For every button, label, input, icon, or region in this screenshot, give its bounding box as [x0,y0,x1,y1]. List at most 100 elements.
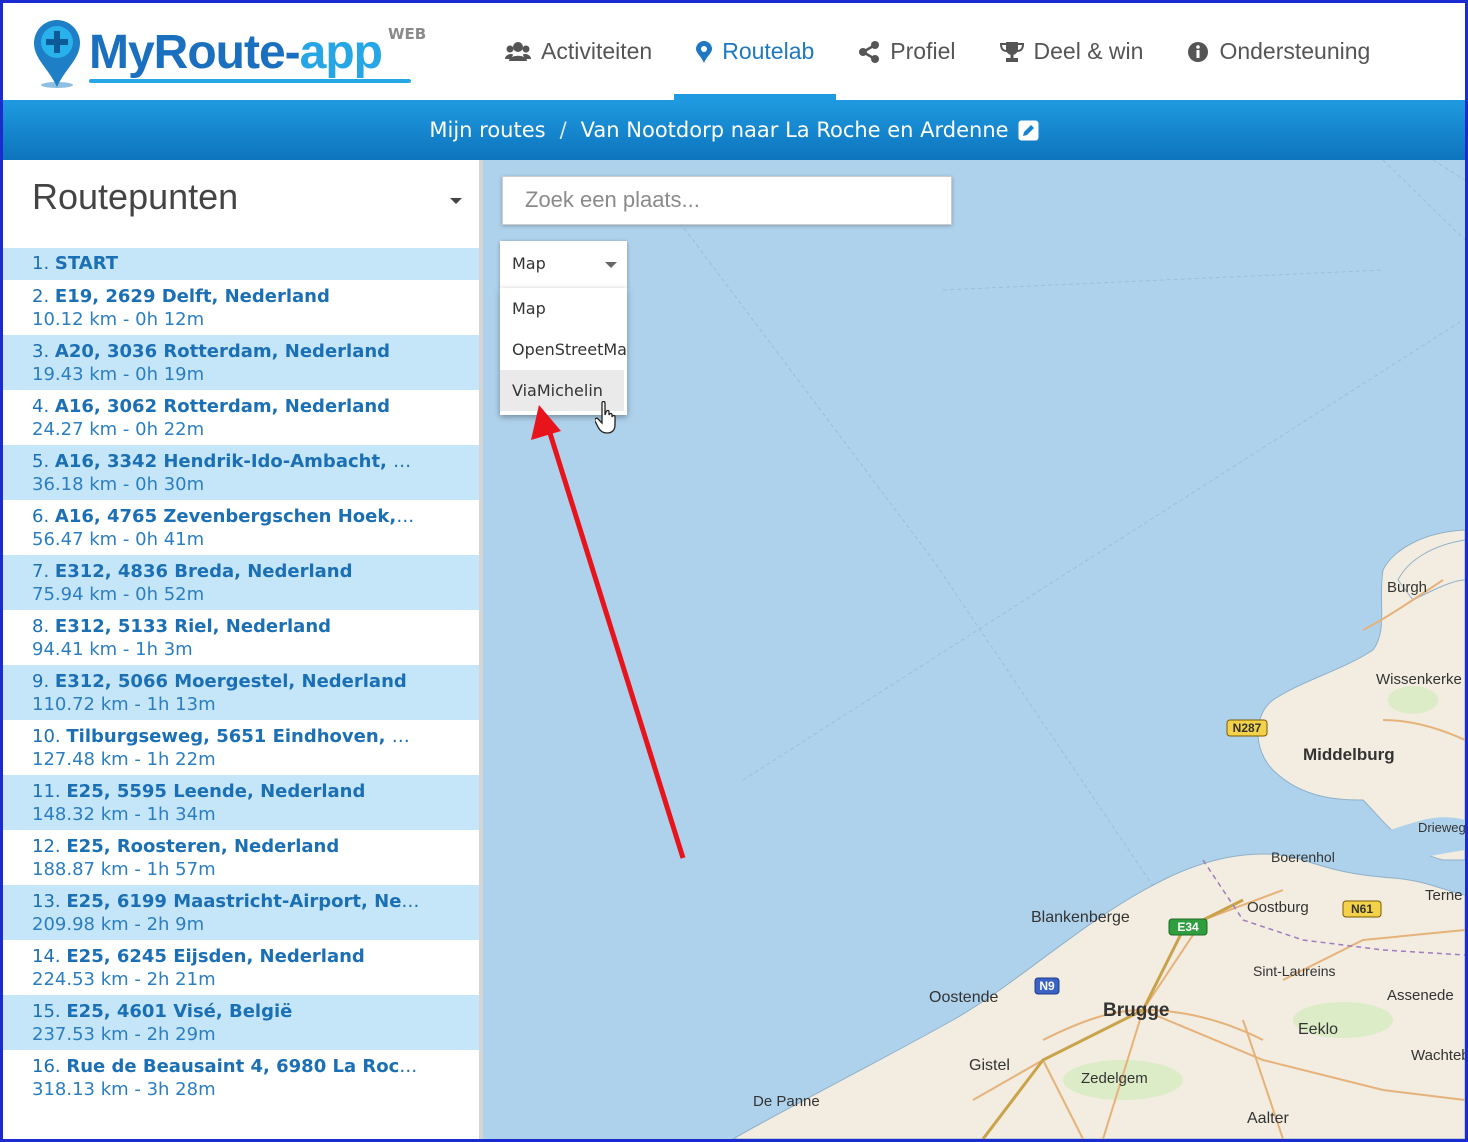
routepoints-panel: Routepunten 1. START 2. E19, 2629 Delft,… [3,160,483,1139]
routepoint-item[interactable]: 5. A16, 3342 Hendrik-Ido-Ambacht, Neder.… [3,445,479,500]
hand-cursor-icon [595,401,616,434]
search-box[interactable] [502,176,952,225]
nav-item-profiel[interactable]: Profiel [836,3,977,100]
shipping-lanes [662,160,1465,961]
map-layer-option-openstreetmap[interactable]: OpenStreetMap [500,329,627,370]
place-label: Driewege [1418,820,1465,835]
main-nav: Activiteiten Routelab Profiel Deel & win… [483,3,1392,100]
nav-item-routelab[interactable]: Routelab [674,3,837,100]
app-window: MyRoute-app WEB Activiteiten Routelab Pr… [0,0,1468,1142]
place-label: Sint-Laureins [1253,963,1336,979]
place-label: Wissenkerke [1376,671,1462,688]
panel-header: Routepunten [3,160,479,248]
routepoint-distance: 75.94 km - 0h 52m [32,584,205,605]
place-label: Terne [1425,887,1463,904]
panel-title: Routepunten [32,176,239,217]
search-input[interactable] [523,186,927,214]
routepoint-item[interactable]: 4. A16, 3062 Rotterdam, Nederland 24.27 … [3,390,479,445]
routepoint-item[interactable]: 9. E312, 5066 Moergestel, Nederland 110.… [3,665,479,720]
routepoint-item[interactable]: 2. E19, 2629 Delft, Nederland 10.12 km -… [3,280,479,335]
logo-text: MyRoute-app [89,26,383,79]
routepoint-item[interactable]: 15. E25, 4601 Visé, België 237.53 km - 2… [3,995,479,1050]
logo[interactable]: MyRoute-app WEB [31,17,431,93]
caret-down-icon[interactable] [450,198,462,204]
nav-label: Routelab [722,38,815,64]
routepoint-address: E312, 5066 Moergestel, Nederland [54,671,407,692]
map-view[interactable]: Burgh Wissenkerke Middelburg Driewege Bo… [483,160,1465,1139]
place-label: Blankenberge [1031,909,1130,926]
routepoint-address: A16, 3062 Rotterdam, Nederland [54,396,391,417]
place-label: Zedelgem [1081,1070,1148,1087]
routepoint-item[interactable]: 10. Tilburgseweg, 5651 Eindhoven, Nederl… [3,720,479,775]
nav-item-ondersteuning[interactable]: Ondersteuning [1165,3,1392,100]
routepoint-item[interactable]: 14. E25, 6245 Eijsden, Nederland 224.53 … [3,940,479,995]
place-label: Oostburg [1247,899,1309,916]
routepoint-item[interactable]: 13. E25, 6199 Maastricht-Airport, Nederl… [3,885,479,940]
edit-icon[interactable] [1018,120,1039,141]
nav-item-activiteiten[interactable]: Activiteiten [483,3,674,100]
routepoint-item[interactable]: 7. E312, 4836 Breda, Nederland 75.94 km … [3,555,479,610]
map-layer-select[interactable]: Map [500,241,627,288]
routepoint-item[interactable]: 12. E25, Roosteren, Nederland 188.87 km … [3,830,479,885]
map-layer-menu: Map OpenStreetMap ViaMichelin [500,288,627,415]
routepoint-item[interactable]: 3. A20, 3036 Rotterdam, Nederland 19.43 … [3,335,479,390]
routepoint-distance: 24.27 km - 0h 22m [32,419,205,440]
map-layer-option-map[interactable]: Map [500,288,627,329]
place-label: Burgh [1387,579,1427,596]
routepoint-address: A20, 3036 Rotterdam, Nederland [54,341,391,362]
routepoint-distance: 19.43 km - 0h 19m [32,364,205,385]
routepoint-address: E25, Roosteren, Nederland [66,836,340,857]
routepoint-list: 1. START 2. E19, 2629 Delft, Nederland 1… [3,248,479,1105]
routepoint-item[interactable]: 6. A16, 4765 Zevenbergschen Hoek, Neder.… [3,500,479,555]
routepoint-item[interactable]: 1. START [3,248,479,280]
road-shield-label: N287 [1233,721,1262,735]
road-shield-label: E34 [1177,920,1199,934]
map-marker-icon [696,40,713,63]
routepoint-item[interactable]: 16. Rue de Beausaint 4, 6980 La Roche-en… [3,1050,479,1105]
road-shield-label: N9 [1039,979,1055,993]
top-navigation: MyRoute-app WEB Activiteiten Routelab Pr… [3,3,1465,100]
routepoint-address: E25, 4601 Visé, België [66,1001,293,1022]
routepoint-distance: 56.47 km - 0h 41m [32,529,205,550]
routepoint-address: Rue de Beausaint 4, 6980 La Roche-en-... [66,1056,420,1077]
place-label: Wachtebe [1411,1047,1465,1064]
routepoint-address: E25, 6245 Eijsden, Nederland [66,946,365,967]
routepoint-item[interactable]: 11. E25, 5595 Leende, Nederland 148.32 k… [3,775,479,830]
road-shield-label: N61 [1351,902,1373,916]
routepoint-distance: 94.41 km - 1h 3m [32,639,193,660]
routepoint-address: E25, 5595 Leende, Nederland [66,781,366,802]
place-label: Eeklo [1298,1021,1338,1038]
place-label: Aalter [1247,1110,1289,1127]
place-label: Brugge [1103,1000,1170,1021]
routepoint-distance: 127.48 km - 1h 22m [32,749,216,770]
routepoint-address: Tilburgseweg, 5651 Eindhoven, Nederl... [66,726,420,747]
users-icon [505,41,531,61]
map-layer-selected: Map [512,254,546,273]
routepoint-address: E19, 2629 Delft, Nederland [54,286,330,307]
routepoint-distance: 237.53 km - 2h 29m [32,1024,216,1045]
logo-badge: WEB [388,25,427,43]
nav-label: Ondersteuning [1219,38,1371,64]
info-icon [1188,41,1209,62]
logo-pin-icon [34,20,80,88]
routepoint-distance: 188.87 km - 1h 57m [32,859,216,880]
place-label: De Panne [753,1093,820,1110]
nav-label: Activiteiten [541,38,653,64]
breadcrumb-root[interactable]: Mijn routes [429,118,545,142]
routepoint-distance: 148.32 km - 1h 34m [32,804,216,825]
routepoint-distance: 36.18 km - 0h 30m [32,474,205,495]
routepoint-address: E312, 4836 Breda, Nederland [54,561,353,582]
routepoint-address: E312, 5133 Riel, Nederland [54,616,332,637]
logo-underline [89,79,411,83]
place-label: Boerenhol [1271,849,1335,865]
nav-item-deel-win[interactable]: Deel & win [978,3,1166,100]
routepoint-item[interactable]: 8. E312, 5133 Riel, Nederland 94.41 km -… [3,610,479,665]
nav-label: Deel & win [1033,38,1144,64]
routepoint-distance: 110.72 km - 1h 13m [32,694,216,715]
place-label: Middelburg [1303,745,1395,764]
map-canvas: Burgh Wissenkerke Middelburg Driewege Bo… [662,160,1465,1139]
place-label: Assenede [1387,987,1454,1004]
share-icon [859,40,880,63]
routepoint-distance: 10.12 km - 0h 12m [32,309,205,330]
nav-label: Profiel [890,38,956,64]
